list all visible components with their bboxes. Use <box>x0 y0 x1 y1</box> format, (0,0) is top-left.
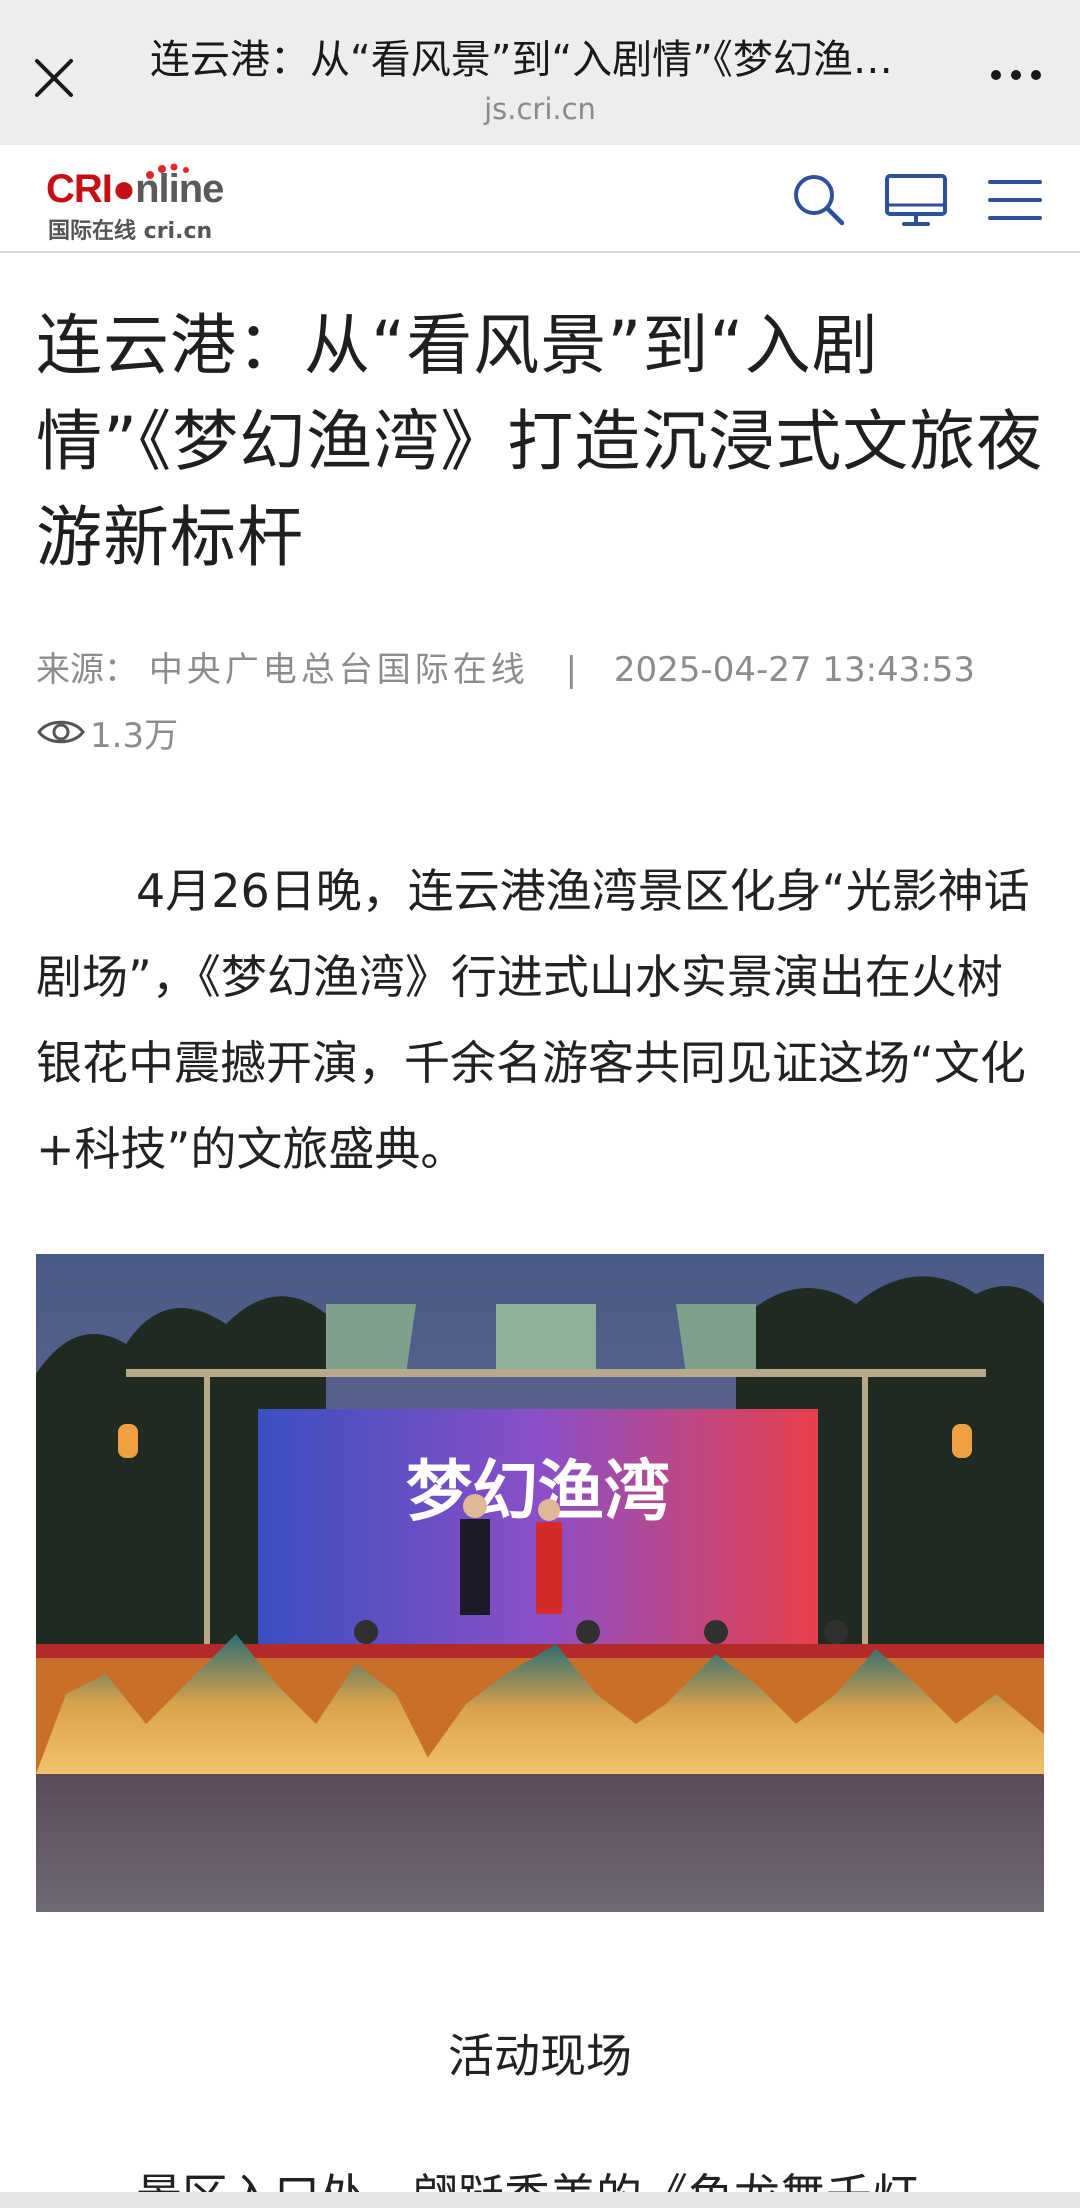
monitor-icon[interactable] <box>884 171 948 229</box>
menu-icon[interactable] <box>986 171 1044 229</box>
site-header: CRI●nline 国际在线 cri.cn <box>0 145 1080 253</box>
logo-subtitle: 国际在线 cri.cn <box>48 219 213 244</box>
view-count-value: 1.3万 <box>90 715 179 756</box>
article-meta: 来源： 中央广电总台国际在线 | 2025-04-27 13:43:53 <box>36 642 1046 691</box>
browser-domain: js.cri.cn <box>484 92 596 126</box>
more-icon[interactable] <box>986 60 1046 90</box>
browser-page-title: 连云港：从“看风景”到“入剧情”《梦幻渔湾》打造沉浸式文旅夜游新标杆 <box>150 37 930 83</box>
source-name: 中央广电总台国际在线 <box>148 650 529 690</box>
photo-caption: 活动现场 <box>448 2029 632 2083</box>
search-icon[interactable] <box>790 171 848 229</box>
article-paragraph: 4月26日晚，连云港渔湾景区化身“光影神话剧场”，《梦幻渔湾》行进式山水实景演出… <box>36 864 1030 1176</box>
article-headline: 连云港：从“看风景”到“入剧情”《梦幻渔湾》打造沉浸式文旅夜游新标杆 <box>36 307 1044 576</box>
logo-dots-icon <box>146 163 189 179</box>
banner-title: 梦幻渔湾 <box>406 1452 670 1530</box>
view-count: 1.3万 <box>36 708 178 756</box>
site-logo[interactable]: CRI●nline 国际在线 cri.cn <box>46 163 236 244</box>
publish-datetime: 2025-04-27 13:43:53 <box>613 650 976 690</box>
stage-photo-illustration: 梦幻渔湾 <box>36 1254 1044 1912</box>
bottom-bar <box>0 2192 1080 2208</box>
eye-icon <box>37 720 85 744</box>
article-photo[interactable]: 梦幻渔湾 <box>36 1254 1044 1912</box>
source-label: 来源： <box>36 650 138 690</box>
meta-separator: | <box>565 650 578 690</box>
browser-top-bar: 连云港：从“看风景”到“入剧情”《梦幻渔湾》打造沉浸式文旅夜游新标杆 js.cr… <box>0 0 1080 145</box>
